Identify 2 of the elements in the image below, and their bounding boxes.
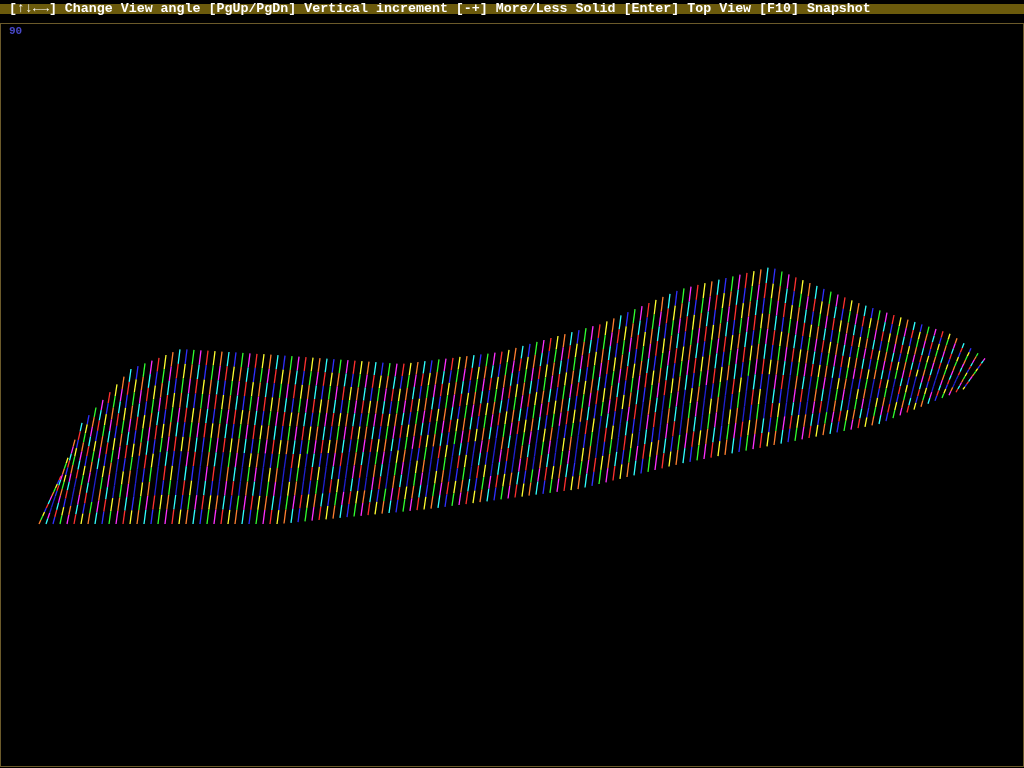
key-help-text: [↑↓←→] Change View angle [PgUp/PgDn] Vertical increment [-+] More/Less Solid [Enter] Top View [F10] Snapshot [9,4,871,14]
view-angle-label: 90 [9,26,23,37]
